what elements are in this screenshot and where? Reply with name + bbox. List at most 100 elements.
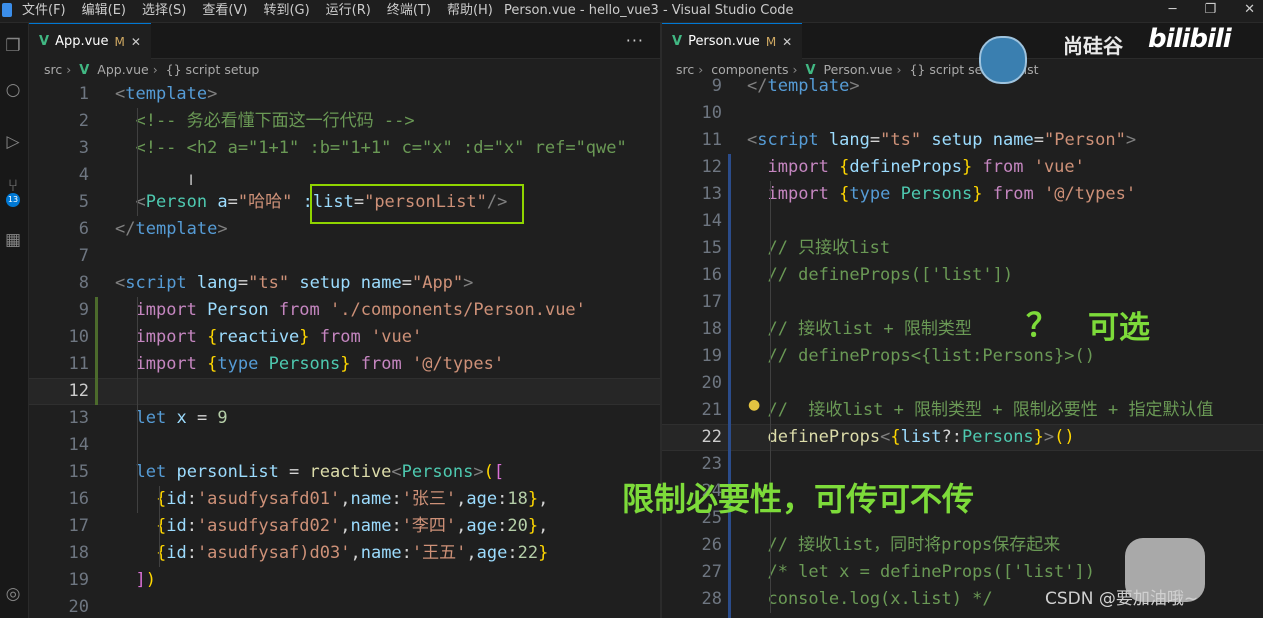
lightbulb-icon[interactable]: ● (748, 397, 760, 413)
code-text: <!-- 务必看懂下面这一行代码 --> (115, 111, 415, 131)
line-number: 8 (78, 273, 89, 293)
tab-app-vue[interactable]: V App.vue M ✕ (29, 23, 151, 59)
line-number: 3 (78, 138, 89, 158)
line-number: 13 (701, 184, 722, 204)
line-number: 19 (68, 570, 89, 590)
code-text: // 只接收list (747, 238, 891, 258)
code-line[interactable]: 12 import {defineProps} from 'vue' (662, 154, 1263, 181)
vscode-logo-icon (2, 3, 12, 17)
code-line[interactable]: 19 ]) (29, 567, 660, 594)
code-line[interactable]: 20 (662, 370, 1263, 397)
extensions-icon[interactable]: ▦ (2, 229, 24, 251)
minimize-icon[interactable]: ─ (1169, 0, 1177, 20)
line-number: 9 (78, 300, 89, 320)
code-line[interactable]: 15 // 只接收list (662, 235, 1263, 262)
code-line[interactable]: 10 import {reactive} from 'vue' (29, 324, 660, 351)
close-window-icon[interactable]: ✕ (1244, 0, 1255, 20)
code-line[interactable]: 17 {id:'asudfysafd02',name:'李四',age:20}, (29, 513, 660, 540)
code-line[interactable]: 12 (29, 378, 660, 405)
menu-file[interactable]: 文件(F) (22, 2, 74, 20)
line-number: 2 (78, 111, 89, 131)
line-number: 9 (711, 76, 722, 96)
question-mark-annotation: ？ (1026, 306, 1059, 344)
code-line[interactable]: 11 import {type Persons} from '@/types' (29, 351, 660, 378)
close-tab-icon[interactable]: ✕ (782, 35, 792, 49)
search-icon[interactable]: ○ (2, 79, 24, 101)
code-line[interactable]: 19 // defineProps<{list:Persons}>() (662, 343, 1263, 370)
code-text: {id:'asudfysafd02',name:'李四',age:20}, (155, 516, 549, 536)
code-text: <script lang="ts" setup name="App"> (115, 273, 474, 293)
menu-selection[interactable]: 选择(S) (142, 2, 194, 20)
code-line[interactable]: 14 (662, 208, 1263, 235)
line-number: 14 (68, 435, 89, 455)
line-number: 16 (701, 265, 722, 285)
code-line[interactable]: 18 // 接收list + 限制类型 (662, 316, 1263, 343)
code-text: import {defineProps} from 'vue' (767, 157, 1085, 177)
indent-guide (770, 181, 771, 613)
editor-group-left: V App.vue M ✕ ··· src › V App.vue › {} scr… (29, 23, 660, 618)
breadcrumb-item[interactable]: src (44, 62, 62, 77)
code-line[interactable]: 10 (662, 100, 1263, 127)
source-control-badge: 13 (6, 193, 20, 207)
menu-view[interactable]: 查看(V) (202, 2, 255, 20)
line-number: 26 (701, 535, 722, 555)
code-line[interactable]: 11 <script lang="ts" setup name="Person"> (662, 127, 1263, 154)
more-actions-icon[interactable]: ··· (626, 31, 644, 50)
code-line[interactable]: 9 </template> (662, 73, 1263, 100)
code-line[interactable]: 15 let personList = reactive<Persons>([ (29, 459, 660, 486)
menu-bar: 文件(F) 编辑(E) 选择(S) 查看(V) 转到(G) 运行(R) 终端(T… (22, 2, 509, 20)
menu-run[interactable]: 运行(R) (326, 2, 379, 20)
files-icon[interactable]: ❐ (2, 35, 24, 57)
line-number: 4 (78, 165, 89, 185)
code-line[interactable]: 7 (29, 243, 660, 270)
code-line[interactable]: 20 (29, 594, 660, 618)
code-line[interactable]: 14 (29, 432, 660, 459)
code-line[interactable]: 8 <script lang="ts" setup name="App"> (29, 270, 660, 297)
line-number: 20 (68, 597, 89, 617)
code-line[interactable]: 13 let x = 9 (29, 405, 660, 432)
code-text: <template> (115, 84, 218, 104)
menu-terminal[interactable]: 终端(T) (387, 2, 439, 20)
code-text: import {reactive} from 'vue' (135, 327, 423, 347)
restore-icon[interactable]: ❐ (1204, 0, 1216, 20)
line-number: 16 (68, 489, 89, 509)
line-number: 15 (68, 462, 89, 482)
indent-guide (137, 297, 138, 513)
line-number: 28 (701, 589, 722, 609)
breadcrumb: src › V App.vue › {} script setup (29, 59, 660, 81)
close-tab-icon[interactable]: ✕ (131, 35, 141, 49)
vue-file-icon: V (39, 34, 50, 49)
line-number: 22 (701, 427, 722, 447)
code-line[interactable]: 22 defineProps<{list?:Persons}>() (662, 424, 1263, 451)
line-number: 11 (68, 354, 89, 374)
highlight-box (310, 184, 524, 224)
code-line[interactable]: 16 {id:'asudfysafd01',name:'张三',age:18}, (29, 486, 660, 513)
tab-label: Person.vue (688, 34, 760, 49)
watermark: CSDN @要加油哦~ (1045, 589, 1199, 609)
code-line[interactable]: 3 <!-- <h2 a="1+1" :b="1+1" c="x" :d="x"… (29, 135, 660, 162)
window-controls: ─ ❐ ✕ (1169, 0, 1255, 20)
line-number: 14 (701, 211, 722, 231)
run-debug-icon[interactable]: ▷ (2, 131, 24, 153)
code-text: {id:'asudfysaf)d03',name:'王五',age:22} (155, 543, 549, 563)
avatar (979, 36, 1027, 84)
code-text: defineProps<{list?:Persons}>() (767, 427, 1075, 447)
code-text: </template> (747, 76, 860, 96)
text-cursor-icon: I (189, 173, 194, 189)
menu-help[interactable]: 帮助(H) (447, 2, 501, 20)
menu-go[interactable]: 转到(G) (263, 2, 317, 20)
code-text: ]) (135, 570, 156, 590)
code-line[interactable]: 2 <!-- 务必看懂下面这一行代码 --> (29, 108, 660, 135)
breadcrumb-item[interactable]: App.vue (97, 62, 148, 77)
code-line[interactable]: 9 import Person from './components/Perso… (29, 297, 660, 324)
gutter-change-marker (728, 154, 731, 618)
breadcrumb-item[interactable]: {} script setup (166, 62, 260, 77)
code-line[interactable]: 16 // defineProps(['list']) (662, 262, 1263, 289)
tab-person-vue[interactable]: V Person.vue M ✕ (662, 23, 803, 59)
code-line[interactable]: 17 (662, 289, 1263, 316)
account-icon[interactable]: ◎ (2, 583, 24, 605)
menu-edit[interactable]: 编辑(E) (82, 2, 134, 20)
code-line[interactable]: 1 <template> (29, 81, 660, 108)
code-line[interactable]: 13 import {type Persons} from '@/types' (662, 181, 1263, 208)
code-line[interactable]: 18 {id:'asudfysaf)d03',name:'王五',age:22} (29, 540, 660, 567)
